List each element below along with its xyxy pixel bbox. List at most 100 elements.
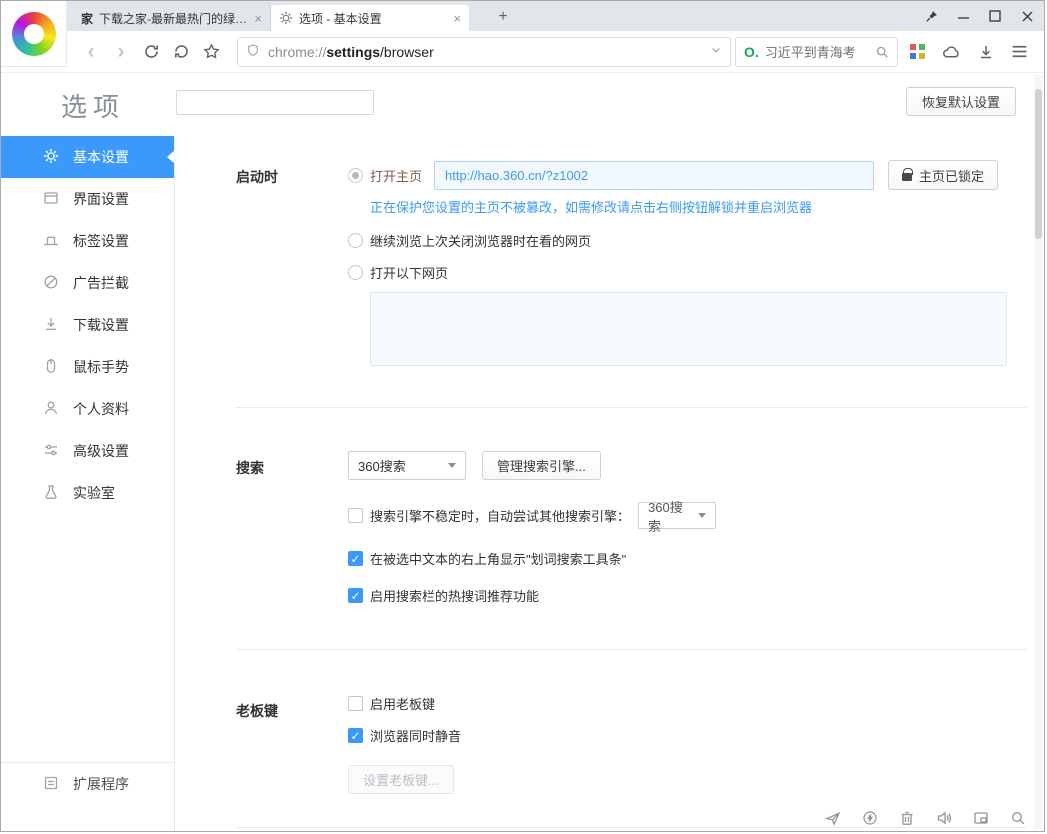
refresh-icon[interactable] [137,38,165,66]
plane-icon[interactable] [825,810,841,826]
fallback-engine-value: 360搜索 [648,497,690,535]
sidebar-item-mouse-gestures[interactable]: 鼠标手势 [1,346,174,388]
checkbox-label-selection-toolbar: 在被选中文本的右上角显示"划词搜索工具条" [370,549,626,568]
checkbox-label-mute-browser: 浏览器同时静音 [370,726,461,745]
favicon-text: 家 [81,10,93,27]
tab-settings[interactable]: 选项 - 基本设置 × [271,5,469,31]
extension-icon [43,775,59,794]
checkbox-hot-words[interactable] [348,588,363,603]
search-suggestion-text[interactable]: 习近平到青海考 [765,42,875,61]
sidebar-item-interface-settings[interactable]: 界面设置 [1,178,174,220]
new-tab-button[interactable]: + [491,7,515,27]
url-text[interactable]: chrome://settings/browser [268,44,710,60]
sidebar-item-label: 标签设置 [73,231,129,251]
radio-label-open-pages: 打开以下网页 [370,263,448,282]
360-logo-icon [12,12,56,56]
tab-icon [43,232,59,251]
sidebar-item-label: 基本设置 [73,147,129,167]
sidebar-item-label: 广告拦截 [73,273,129,293]
radio-open-pages[interactable] [348,265,363,280]
radio-continue-session[interactable] [348,233,363,248]
sidebar-item-label: 个人资料 [73,399,129,419]
settings-search-input[interactable] [176,90,374,115]
sidebar-item-download-settings[interactable]: 下载设置 [1,304,174,346]
browser-window: 家 下载之家-最新最热门的绿色... × 选项 - 基本设置 × + [0,0,1045,832]
sidebar-item-profile[interactable]: 个人资料 [1,388,174,430]
scrollbar-thumb[interactable] [1035,89,1042,239]
section-title-boss-key: 老板键 [236,694,348,794]
radio-label-open-homepage: 打开主页 [370,166,422,185]
cloud-sync-icon[interactable] [942,44,961,60]
360-search-logo-icon: O. [744,44,759,60]
apps-grid-icon[interactable] [910,44,925,59]
url-path: /browser [380,44,434,60]
page-scrollbar[interactable] [1034,75,1043,830]
search-box[interactable]: O. 习近平到青海考 [735,37,898,67]
favorite-star-icon[interactable] [197,38,225,66]
section-divider [236,407,1027,408]
back-icon[interactable]: ‹ [77,38,105,66]
person-icon [43,400,59,419]
radio-open-homepage[interactable] [348,168,363,183]
set-boss-key-button[interactable]: 设置老板键... [348,765,454,794]
sidebar-item-tab-settings[interactable]: 标签设置 [1,220,174,262]
lock-button-label: 主页已锁定 [919,166,984,185]
sidebar-item-advanced-settings[interactable]: 高级设置 [1,430,174,472]
pin-icon[interactable] [920,5,942,27]
mini-window-icon[interactable] [973,810,989,826]
sidebar-item-basic-settings[interactable]: 基本设置 [1,136,174,178]
sidebar-item-ad-block[interactable]: 广告拦截 [1,262,174,304]
chevron-down-icon[interactable] [710,44,722,59]
checkbox-mute-browser[interactable] [348,728,363,743]
homepage-lock-button[interactable]: 主页已锁定 [888,160,998,190]
download-manager-icon[interactable] [978,44,994,60]
page-title: 选项 [61,87,125,124]
maximize-icon[interactable] [984,5,1006,27]
undo-icon[interactable] [167,38,195,66]
sidebar-item-label: 扩展程序 [73,774,129,794]
sidebar-item-extensions[interactable]: 扩展程序 [1,763,174,805]
speed-mode-icon[interactable] [862,810,878,826]
speaker-icon[interactable] [936,810,952,826]
window-icon [43,190,59,209]
address-bar[interactable]: chrome://settings/browser [237,37,731,67]
tab-close-icon[interactable]: × [453,11,461,26]
close-icon[interactable] [1016,5,1038,27]
checkbox-label-hot-words: 启用搜索栏的热搜词推荐功能 [370,586,539,605]
browser-logo [1,1,67,67]
menu-icon[interactable] [1011,44,1028,59]
checkbox-enable-boss-key[interactable] [348,696,363,711]
fallback-engine-select[interactable]: 360搜索 [638,502,716,529]
manage-engines-button[interactable]: 管理搜索引擎... [482,451,601,480]
radio-label-continue-session: 继续浏览上次关闭浏览器时在看的网页 [370,231,591,250]
homepage-url-input[interactable] [434,161,874,190]
tab-bar: 家 下载之家-最新最热门的绿色... × 选项 - 基本设置 × + [1,1,1044,31]
url-scheme: chrome:// [268,44,326,60]
minimize-icon[interactable] [952,5,974,27]
sidebar-item-lab[interactable]: 实验室 [1,472,174,514]
section-title-startup: 启动时 [236,160,348,366]
tab-downza[interactable]: 家 下载之家-最新最热门的绿色... × [73,5,271,31]
default-engine-select[interactable]: 360搜索 [348,451,466,480]
magnifier-icon[interactable] [875,45,889,59]
sidebar-item-label: 下载设置 [73,315,129,335]
navigation-bar: ‹ › chrome://settings/browser O. 习近平到青海考 [1,31,1044,73]
default-engine-value: 360搜索 [358,456,406,475]
checkbox-selection-toolbar[interactable] [348,551,363,566]
forward-icon[interactable]: › [107,38,135,66]
restore-defaults-button[interactable]: 恢复默认设置 [906,87,1016,116]
mouse-icon [43,358,59,377]
sidebar-item-label: 实验室 [73,483,115,503]
zoom-icon[interactable] [1010,810,1026,826]
checkbox-label-enable-boss-key: 启用老板键 [370,694,435,713]
tab-title: 下载之家-最新最热门的绿色... [99,10,248,27]
startup-section: 启动时 打开主页 主页已锁定 正在保护您设置的主页不被篡改，如需修改请点击右侧按… [236,160,1027,366]
startup-pages-list-box[interactable] [370,292,1007,366]
page-security-icon[interactable] [246,43,260,61]
section-title-search: 搜索 [236,451,348,605]
trash-icon[interactable] [899,810,915,826]
tab-close-icon[interactable]: × [254,11,262,26]
flask-icon [43,484,59,503]
checkbox-engine-fallback[interactable] [348,508,363,523]
block-icon [43,274,59,293]
